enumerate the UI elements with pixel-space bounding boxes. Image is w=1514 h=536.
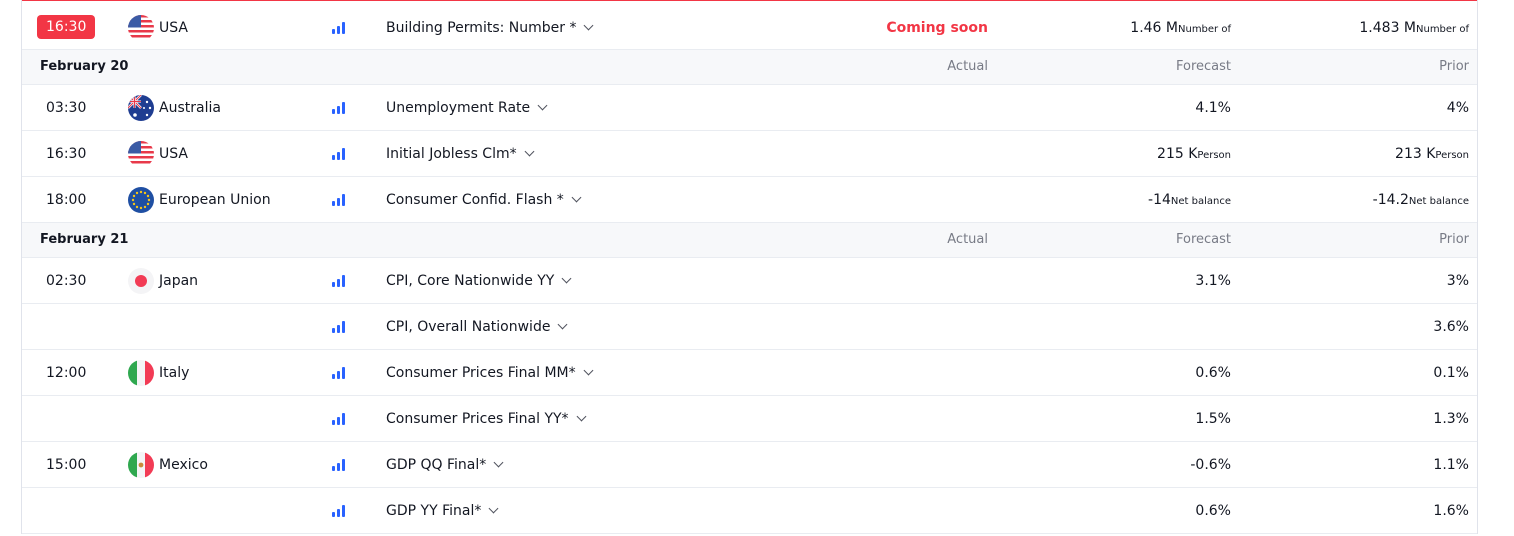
event-name[interactable]: GDP YY Final* [386,488,499,534]
chevron-down-icon[interactable] [583,365,594,376]
importance-bars-icon [332,459,346,471]
event-prior: 1.1% [1433,457,1469,473]
chevron-down-icon[interactable] [537,100,548,111]
event-name[interactable]: Initial Jobless Clm* [386,131,535,177]
event-country: Italy [159,365,190,381]
chevron-down-icon[interactable] [488,503,499,514]
event-time: 18:00 [46,192,87,208]
event-row[interactable]: 18:00 European Union Consumer Confid. Fl… [22,177,1477,223]
chevron-down-icon[interactable] [576,411,587,422]
event-prior: 213 KPerson [1395,146,1469,162]
event-actual: Coming soon [886,20,988,36]
event-country: USA [159,20,188,36]
flag-eu-icon [128,187,154,213]
col-header-forecast: Forecast [1175,59,1231,74]
event-prior: 3.6% [1433,319,1469,335]
flag-japan-icon [128,268,154,294]
event-forecast: 0.6% [1195,503,1231,519]
event-forecast: -14Net balance [1148,192,1231,208]
importance-bars-icon [332,505,346,517]
top-divider [22,0,1478,1]
importance-bars-icon [332,102,346,114]
date-label: February 21 [40,232,129,247]
event-time: 12:00 [46,365,87,381]
flag-italy-icon [128,360,154,386]
flag-australia-icon [128,95,154,121]
importance-bars-icon [332,413,346,425]
event-name[interactable]: GDP QQ Final* [386,442,504,488]
flag-mexico-icon [128,452,154,478]
col-header-prior: Prior [1439,59,1469,74]
event-name[interactable]: Building Permits: Number * [386,5,594,51]
date-header-feb-20: February 20 Actual Forecast Prior [22,50,1477,85]
event-row-building-permits[interactable]: 16:30 USA Building Permits: Number * Com… [22,5,1477,50]
event-prior: 3% [1446,273,1469,289]
event-name[interactable]: Consumer Prices Final YY* [386,396,587,442]
event-prior: 1.6% [1433,503,1469,519]
event-country: USA [159,146,188,162]
event-row[interactable]: 12:00 Italy Consumer Prices Final MM* 0.… [22,350,1477,396]
col-header-actual: Actual [947,59,988,74]
importance-bars-icon [332,275,346,287]
event-row[interactable]: CPI, Overall Nationwide 3.6% [22,304,1477,350]
event-row[interactable]: Consumer Prices Final YY* 1.5% 1.3% [22,396,1477,442]
event-row[interactable]: 16:30 USA Initial Jobless Clm* 215 KPers… [22,131,1477,177]
chevron-down-icon[interactable] [571,192,582,203]
chevron-down-icon[interactable] [558,319,568,330]
importance-bars-icon [332,22,346,34]
event-prior: 0.1% [1433,365,1469,381]
event-time: 16:30 [46,146,87,162]
event-country: Mexico [159,457,208,473]
right-border [1477,0,1478,534]
event-time-badge: 16:30 [37,15,96,39]
event-name[interactable]: CPI, Overall Nationwide [386,304,568,350]
importance-bars-icon [332,148,346,160]
event-forecast: -0.6% [1190,457,1231,473]
event-name[interactable]: Consumer Prices Final MM* [386,350,594,396]
event-forecast: 0.6% [1195,365,1231,381]
event-forecast: 4.1% [1195,100,1231,116]
event-prior: 4% [1446,100,1469,116]
flag-usa-icon [128,15,154,41]
col-header-prior: Prior [1439,232,1469,247]
event-name[interactable]: Unemployment Rate [386,85,548,131]
importance-bars-icon [332,194,346,206]
importance-bars-icon [332,367,346,379]
importance-bars-icon [332,321,346,333]
event-row[interactable]: 15:00 Mexico GDP QQ Final* -0.6% 1.1% [22,442,1477,488]
event-country: Australia [159,100,221,116]
col-header-forecast: Forecast [1175,232,1231,247]
event-time: 02:30 [46,273,87,289]
chevron-down-icon[interactable] [561,273,572,284]
flag-usa-icon [128,141,154,167]
event-row[interactable]: GDP YY Final* 0.6% 1.6% [22,488,1477,534]
event-prior: 1.483 MNumber of [1359,20,1469,36]
economic-calendar-table: 16:30 USA Building Permits: Number * Com… [22,5,1477,534]
event-row[interactable]: 02:30 Japan CPI, Core Nationwide YY 3.1%… [22,258,1477,304]
date-header-feb-21: February 21 Actual Forecast Prior [22,223,1477,258]
event-country: European Union [159,192,271,208]
event-country: Japan [159,273,199,289]
event-time: 03:30 [46,100,87,116]
date-label: February 20 [40,59,129,74]
event-forecast: 1.46 MNumber of [1130,20,1231,36]
event-forecast: 1.5% [1195,411,1231,427]
event-prior: -14.2Net balance [1372,192,1469,208]
chevron-down-icon[interactable] [493,457,504,468]
event-forecast: 215 KPerson [1157,146,1231,162]
event-prior: 1.3% [1433,411,1469,427]
chevron-down-icon[interactable] [524,146,535,157]
event-name[interactable]: CPI, Core Nationwide YY [386,258,572,304]
event-forecast: 3.1% [1195,273,1231,289]
col-header-actual: Actual [947,232,988,247]
event-row[interactable]: 03:30 Australia Unemployment Rate 4.1% 4… [22,85,1477,131]
event-name[interactable]: Consumer Confid. Flash * [386,177,582,223]
chevron-down-icon[interactable] [584,20,594,31]
event-time: 15:00 [46,457,87,473]
